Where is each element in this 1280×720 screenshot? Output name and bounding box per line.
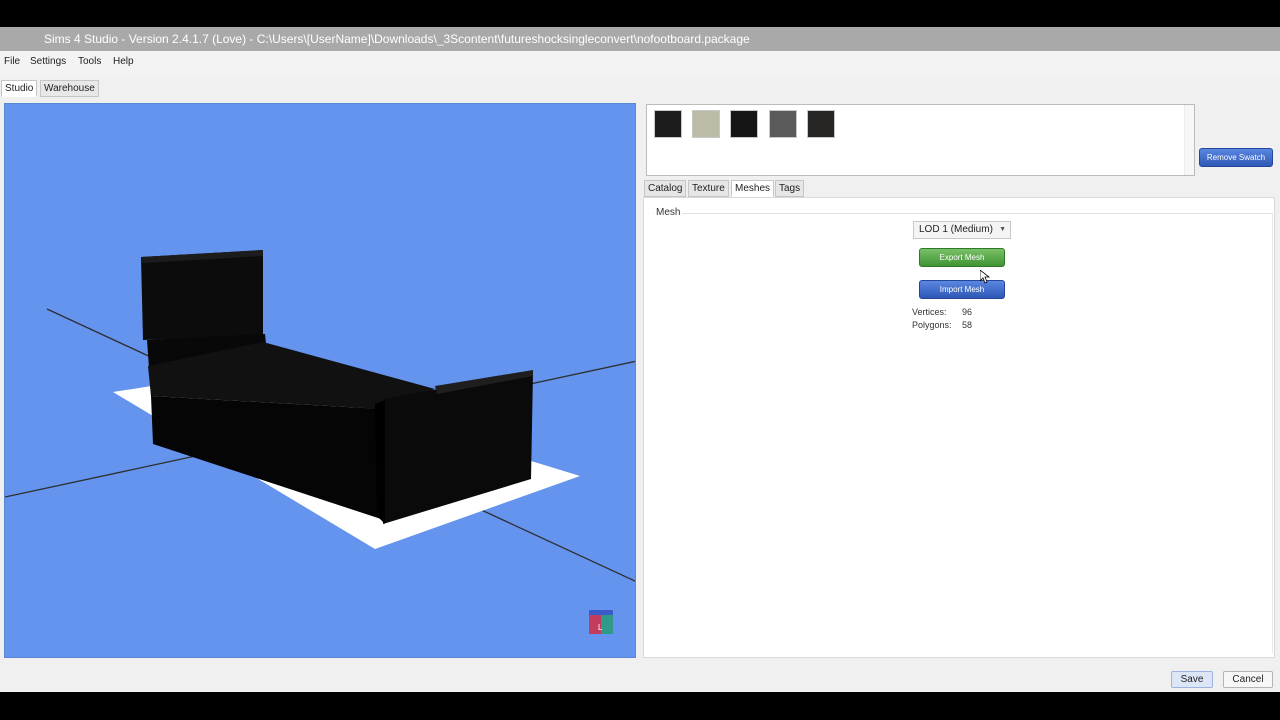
tab-catalog[interactable]: Catalog <box>644 180 687 197</box>
mouse-cursor-icon <box>980 270 990 284</box>
chevron-down-icon: ▼ <box>999 226 1006 233</box>
tab-tags[interactable]: Tags <box>775 180 805 197</box>
polygons-label: Polygons: <box>912 320 952 330</box>
swatch-2[interactable] <box>692 110 720 138</box>
tab-meshes[interactable]: Meshes <box>731 180 775 197</box>
menu-file[interactable]: File <box>4 56 20 67</box>
tab-texture[interactable]: Texture <box>688 180 729 197</box>
app-body: Studio Warehouse L Remove Swatch Catalog… <box>0 77 1280 692</box>
screen-letterbox-bottom <box>0 692 1280 720</box>
swatch-1[interactable] <box>654 110 682 138</box>
viewport-scene: L <box>5 250 635 634</box>
lod-select[interactable]: LOD 1 (Medium) ▼ <box>913 221 1011 239</box>
polygons-value: 58 <box>962 320 973 330</box>
menu-tools[interactable]: Tools <box>78 56 101 67</box>
mesh-group-label: Mesh <box>654 207 683 218</box>
export-mesh-button[interactable]: Export Mesh <box>919 248 1005 267</box>
remove-swatch-button[interactable]: Remove Swatch <box>1199 148 1273 167</box>
tab-warehouse[interactable]: Warehouse <box>40 80 99 97</box>
save-button[interactable]: Save <box>1171 671 1213 688</box>
meshes-panel: Mesh LOD 1 (Medium) ▼ Export Mesh Import… <box>643 197 1275 658</box>
window-titlebar: Sims 4 Studio - Version 2.4.1.7 (Love) -… <box>0 27 1280 51</box>
tab-studio[interactable]: Studio <box>1 80 38 97</box>
orientation-gizmo-icon: L <box>589 610 613 634</box>
swatch-scrollbar[interactable] <box>1184 105 1194 175</box>
swatch-4[interactable] <box>769 110 797 138</box>
window-title: Sims 4 Studio - Version 2.4.1.7 (Love) -… <box>44 32 750 46</box>
import-mesh-button[interactable]: Import Mesh <box>919 280 1005 299</box>
cancel-button[interactable]: Cancel <box>1223 671 1273 688</box>
screen-letterbox-top <box>0 0 1280 27</box>
vertices-label: Vertices: <box>912 307 947 317</box>
vertices-value: 96 <box>962 307 973 317</box>
mesh-group-box <box>653 213 1273 653</box>
menu-help[interactable]: Help <box>113 56 134 67</box>
bed-headboard-front <box>141 250 263 340</box>
svg-text:L: L <box>598 623 603 632</box>
swatch-3[interactable] <box>730 110 758 138</box>
menu-bar: File Settings Tools Help <box>0 51 1280 77</box>
lod-selected-value: LOD 1 (Medium) <box>919 224 993 235</box>
3d-preview-viewport[interactable]: L <box>4 103 636 658</box>
swatch-5[interactable] <box>807 110 835 138</box>
swatch-list <box>646 104 1195 176</box>
menu-settings[interactable]: Settings <box>30 56 66 67</box>
